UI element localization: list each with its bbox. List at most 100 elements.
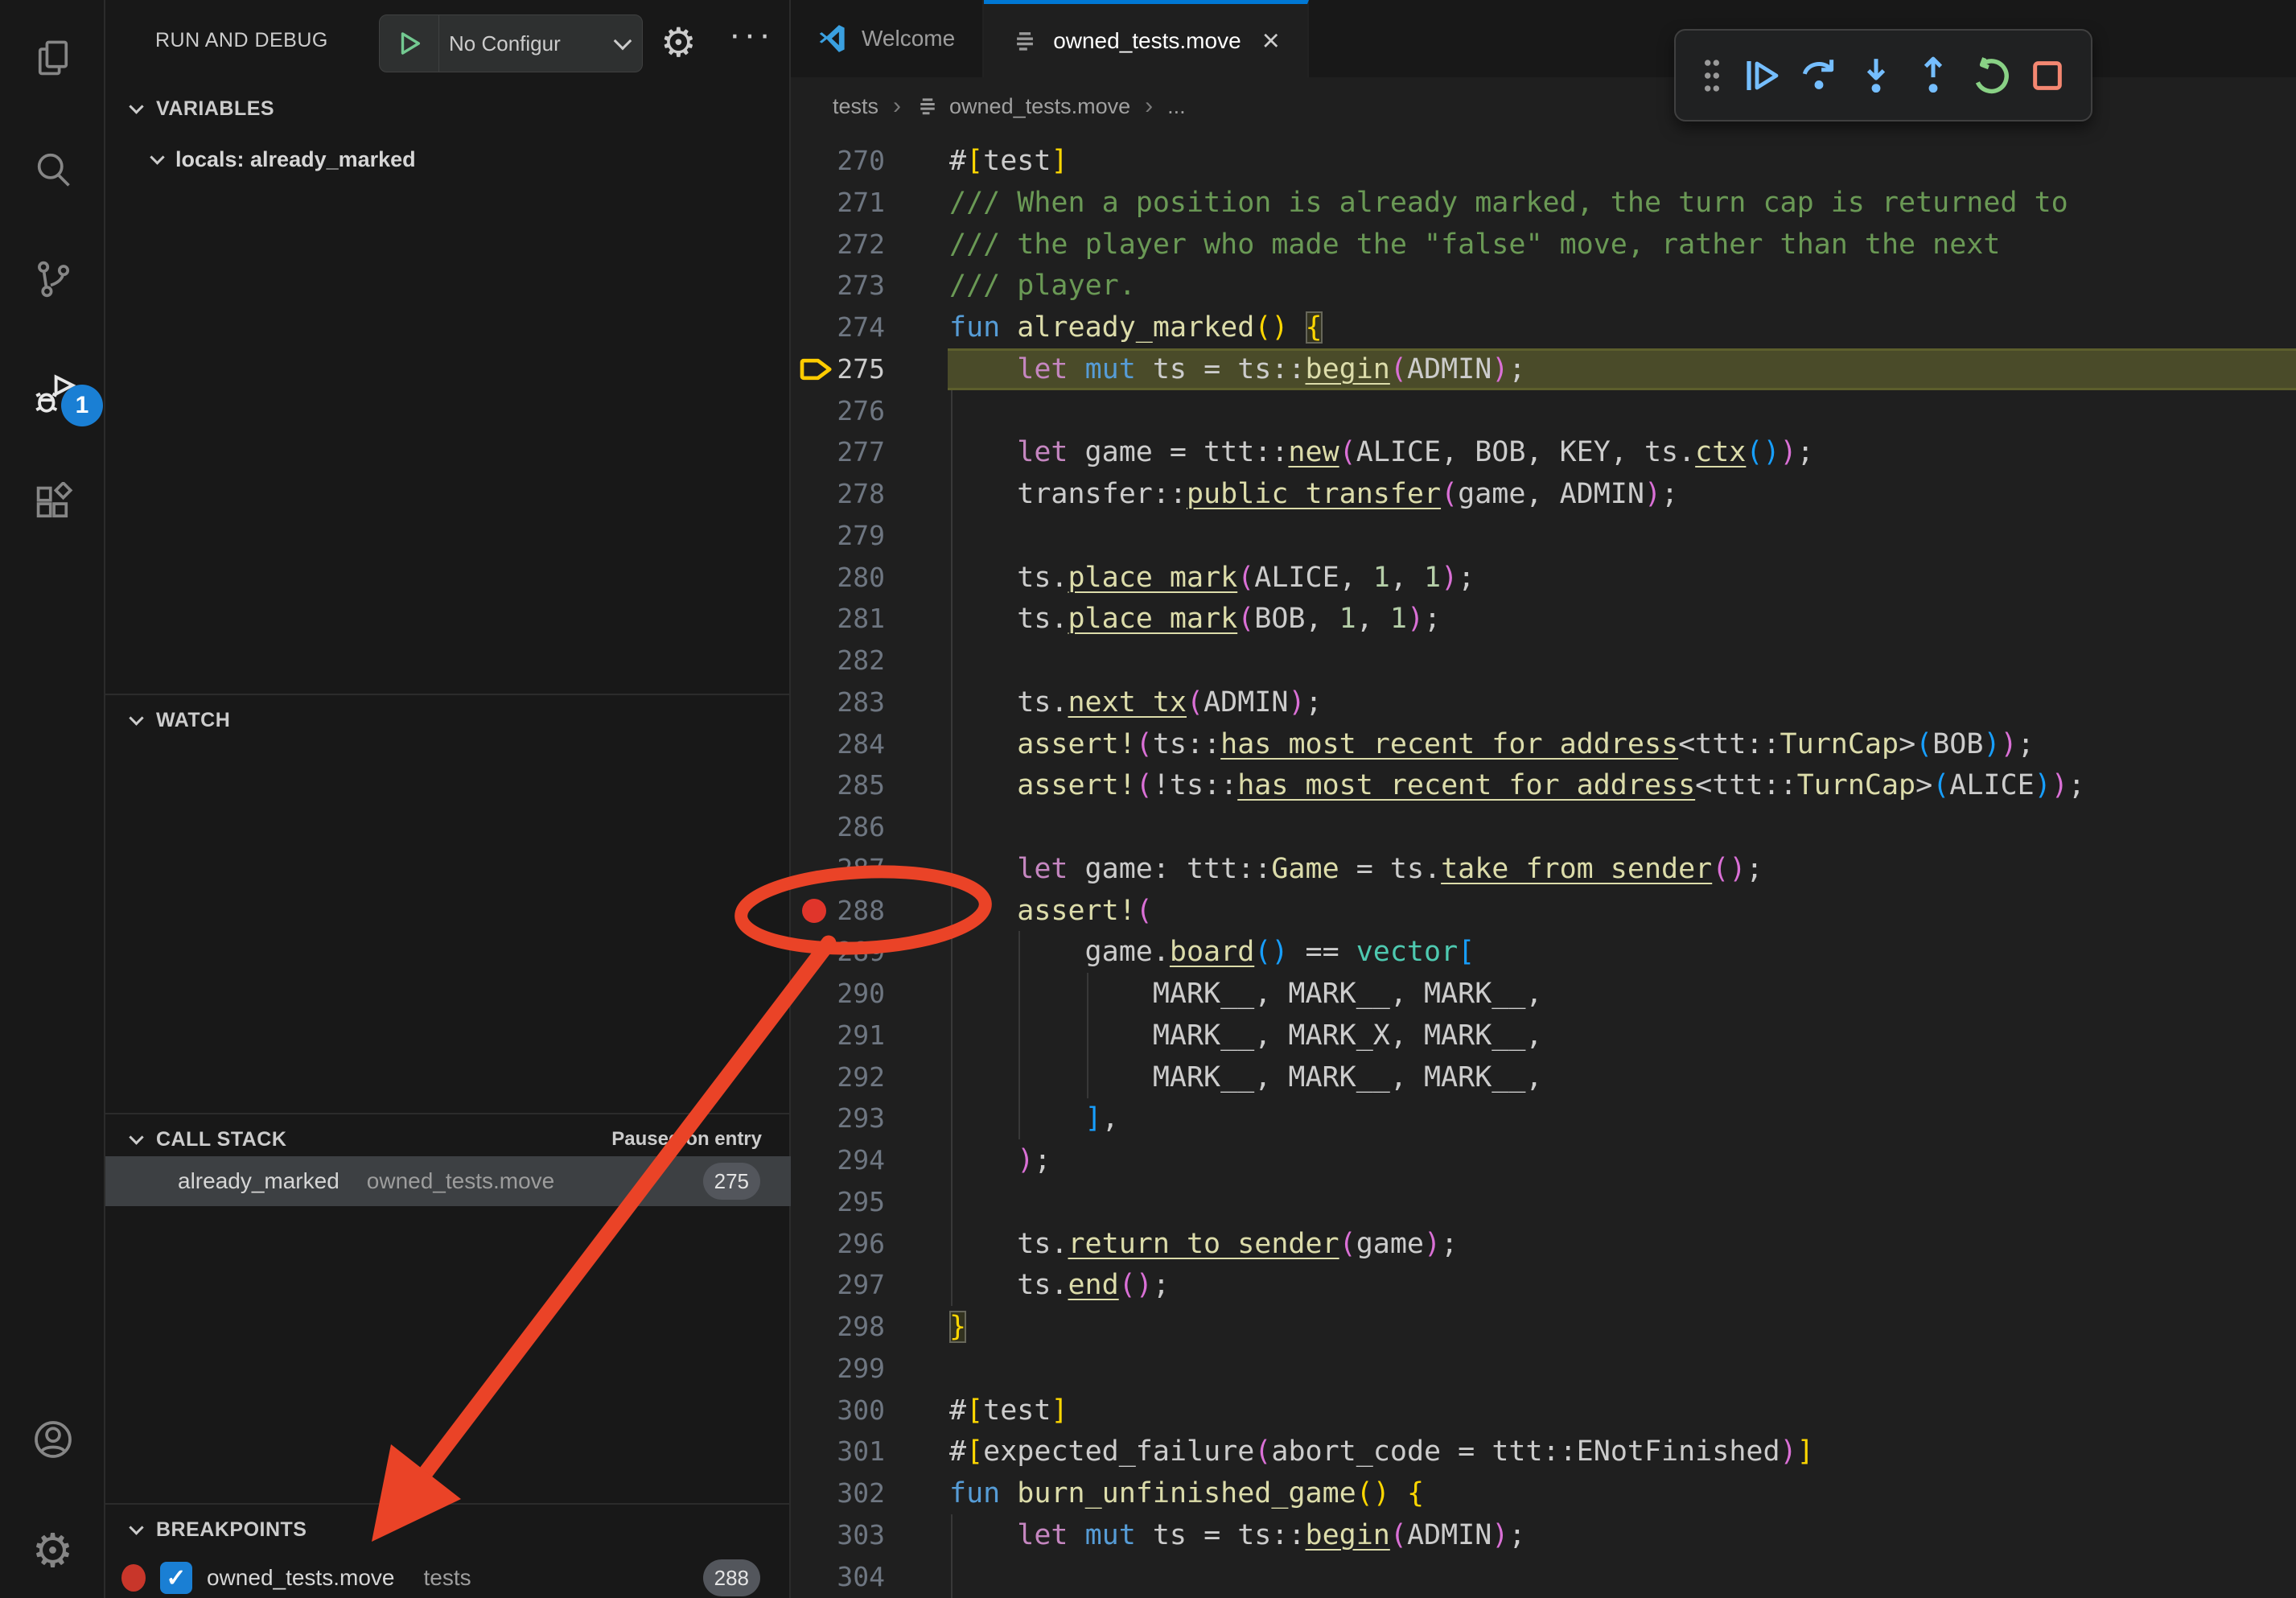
locals-scope-row[interactable]: locals: already_marked [105,135,791,183]
code-line[interactable]: 295 [791,1181,2296,1223]
line-number[interactable]: 286 [791,806,885,848]
line-number[interactable]: 278 [791,473,885,515]
tab-owned-tests-move[interactable]: owned_tests.move × [984,0,1309,77]
close-icon[interactable]: × [1262,26,1280,56]
line-number[interactable]: 293 [791,1098,885,1139]
settings-gear-icon[interactable]: ⚙ [0,1506,105,1595]
code-line[interactable]: 276 [791,390,2296,432]
line-number[interactable]: 273 [791,265,885,307]
code-line[interactable]: 298} [791,1306,2296,1348]
call-stack-frame-row[interactable]: already_marked owned_tests.move 275 [105,1156,791,1206]
code-line[interactable]: 271/// When a position is already marked… [791,182,2296,224]
variables-section-header[interactable]: VARIABLES [105,85,791,132]
code-line[interactable]: 272/// the player who made the "false" m… [791,224,2296,266]
line-number[interactable]: 289 [791,931,885,973]
code-line[interactable]: 297ts.end(); [791,1264,2296,1306]
code-line[interactable]: 285assert!(!ts::has_most_recent_for_addr… [791,764,2296,806]
line-number[interactable]: 272 [791,224,885,266]
config-dropdown-label[interactable]: No Configur [439,31,613,56]
line-number[interactable]: 304 [791,1556,885,1598]
line-number[interactable]: 284 [791,723,885,765]
debug-settings-gear-icon[interactable]: ⚙ [660,19,697,66]
line-number[interactable]: 275 [791,348,885,390]
search-icon[interactable] [0,125,105,213]
code-line[interactable]: 294); [791,1139,2296,1181]
more-actions-icon[interactable]: ··· [729,14,774,55]
code-line[interactable]: 273/// player. [791,265,2296,307]
line-number[interactable]: 270 [791,140,885,182]
code-line[interactable]: 274fun already_marked() { [791,307,2296,348]
debug-config-control[interactable]: No Configur [379,14,643,72]
step-out-button[interactable] [1905,39,1962,112]
code-line[interactable]: 291MARK__, MARK_X, MARK__, [791,1015,2296,1056]
extensions-icon[interactable] [0,459,105,547]
account-icon[interactable] [0,1395,105,1484]
continue-button[interactable] [1733,39,1790,112]
line-number[interactable]: 285 [791,764,885,806]
line-number[interactable]: 299 [791,1348,885,1390]
start-debug-icon[interactable] [380,15,439,72]
restart-button[interactable] [1962,39,2019,112]
code-line[interactable]: 292MARK__, MARK__, MARK__, [791,1056,2296,1098]
breadcrumb-symbol[interactable]: ... [1167,94,1186,119]
run-and-debug-icon[interactable]: 1 [0,349,105,438]
code-line[interactable]: 300#[test] [791,1390,2296,1431]
toolbar-drag-handle[interactable] [1690,39,1733,112]
breakpoints-section-header[interactable]: BREAKPOINTS [105,1506,791,1553]
line-number[interactable]: 298 [791,1306,885,1348]
code-line[interactable]: 284assert!(ts::has_most_recent_for_addre… [791,723,2296,765]
line-number[interactable]: 280 [791,557,885,599]
code-line[interactable]: 290MARK__, MARK__, MARK__, [791,973,2296,1015]
code-line[interactable]: 280ts.place_mark(ALICE, 1, 1); [791,557,2296,599]
step-over-button[interactable] [1790,39,1847,112]
code-line[interactable]: 301#[expected_failure(abort_code = ttt::… [791,1431,2296,1472]
code-line[interactable]: 275let mut ts = ts::begin(ADMIN); [791,348,2296,390]
line-number[interactable]: 292 [791,1056,885,1098]
stop-button[interactable] [2019,39,2076,112]
code-line[interactable]: 278transfer::public_transfer(game, ADMIN… [791,473,2296,515]
line-number[interactable]: 295 [791,1181,885,1223]
code-line[interactable]: 303let mut ts = ts::begin(ADMIN); [791,1514,2296,1556]
source-control-icon[interactable] [0,235,105,323]
code-line[interactable]: 296ts.return_to_sender(game); [791,1223,2296,1265]
line-number[interactable]: 274 [791,307,885,348]
watch-section-header[interactable]: WATCH [105,697,791,743]
breakpoint-list-item[interactable]: ✓ owned_tests.move tests 288 [105,1553,791,1598]
code-line[interactable]: 293], [791,1098,2296,1139]
tab-welcome[interactable]: Welcome [791,0,984,77]
line-number[interactable]: 277 [791,431,885,473]
breadcrumb-folder[interactable]: tests [833,94,878,119]
code-line[interactable]: 286 [791,806,2296,848]
line-number[interactable]: 288 [791,890,885,932]
breadcrumb-file[interactable]: owned_tests.move [949,94,1130,119]
line-number[interactable]: 276 [791,390,885,432]
code-line[interactable]: 289game.board() == vector[ [791,931,2296,973]
code-line[interactable]: 302fun burn_unfinished_game() { [791,1472,2296,1514]
line-number[interactable]: 302 [791,1472,885,1514]
code-line[interactable]: 283ts.next_tx(ADMIN); [791,682,2296,723]
code-line[interactable]: 277let game = ttt::new(ALICE, BOB, KEY, … [791,431,2296,473]
code-line[interactable]: 304 [791,1556,2296,1598]
code-line[interactable]: 282 [791,640,2296,682]
line-number[interactable]: 303 [791,1514,885,1556]
line-number[interactable]: 287 [791,848,885,890]
explorer-icon[interactable] [0,14,105,103]
line-number[interactable]: 271 [791,182,885,224]
code-line[interactable]: 270#[test] [791,140,2296,182]
line-number[interactable]: 279 [791,515,885,557]
line-number[interactable]: 294 [791,1139,885,1181]
line-number[interactable]: 296 [791,1223,885,1265]
line-number[interactable]: 290 [791,973,885,1015]
code-line[interactable]: 281ts.place_mark(BOB, 1, 1); [791,598,2296,640]
line-number[interactable]: 283 [791,682,885,723]
code-line[interactable]: 288assert!( [791,890,2296,932]
line-number[interactable]: 281 [791,598,885,640]
step-into-button[interactable] [1848,39,1905,112]
code-line[interactable]: 287let game: ttt::Game = ts.take_from_se… [791,848,2296,890]
line-number[interactable]: 297 [791,1264,885,1306]
code-line[interactable]: 299 [791,1348,2296,1390]
line-number[interactable]: 300 [791,1390,885,1431]
line-number[interactable]: 301 [791,1431,885,1472]
line-number[interactable]: 282 [791,640,885,682]
code-line[interactable]: 279 [791,515,2296,557]
